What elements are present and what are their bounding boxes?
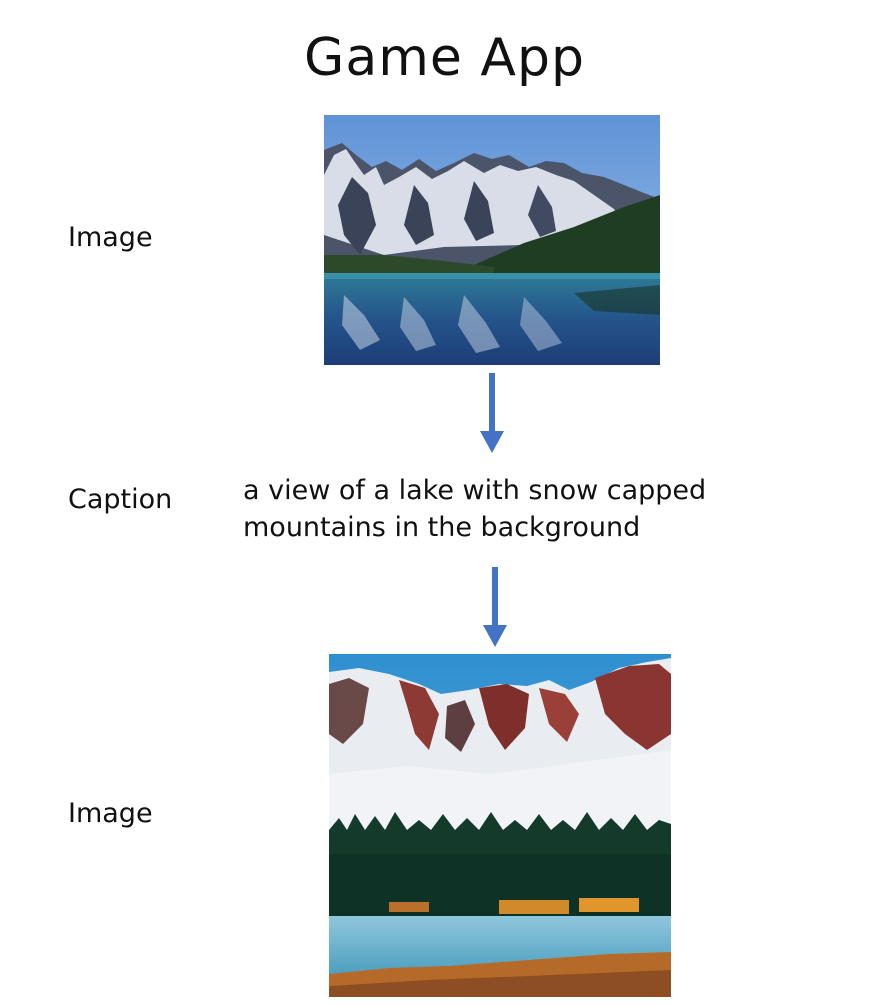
output-image-generated-landscape [329, 654, 671, 997]
page-title: Game App [304, 28, 585, 88]
caption-label: Caption [68, 484, 173, 515]
image-label-input: Image [68, 222, 153, 253]
caption-text: a view of a lake with snow capped mounta… [243, 475, 707, 543]
input-image-lake-mountains [324, 115, 660, 365]
image-label-output: Image [68, 798, 153, 829]
arrow-down-icon [480, 373, 504, 453]
arrow-down-icon [483, 567, 507, 647]
